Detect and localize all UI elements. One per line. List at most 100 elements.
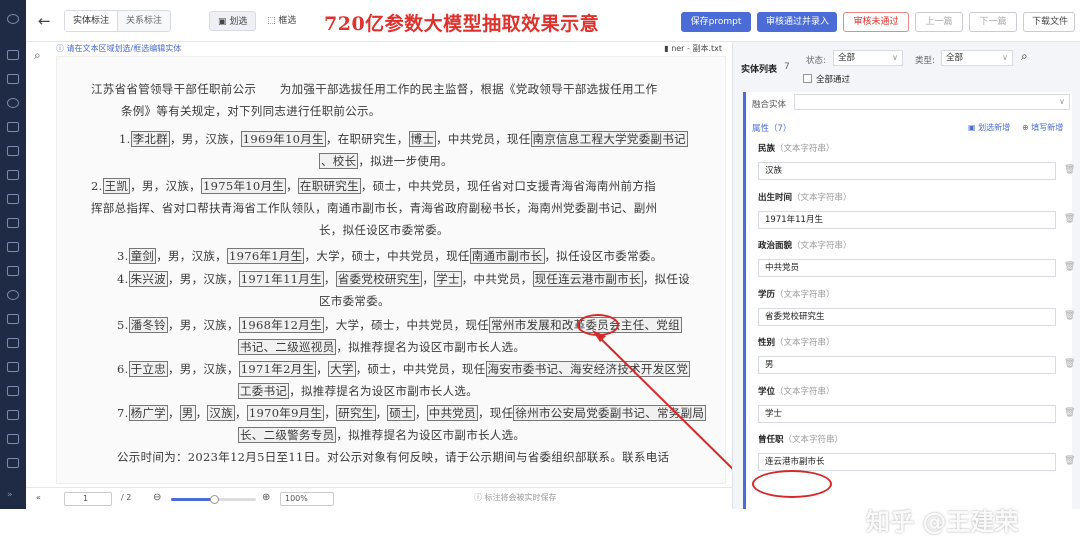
entity-span[interactable]: 杨广学 (128, 405, 168, 421)
prev-doc-button[interactable]: 上一篇 (915, 12, 963, 32)
entity-span[interactable]: 、校长 (319, 153, 359, 169)
attribute-value-input[interactable]: 学士 (758, 404, 1056, 423)
status-select[interactable]: 全部 ∨ (833, 50, 903, 66)
type-select[interactable]: 全部 ∨ (941, 50, 1013, 66)
nav-icon-5[interactable] (7, 146, 19, 156)
save-prompt-button[interactable]: 保存prompt (681, 12, 751, 32)
doc-line[interactable]: 长、二级警务专员 ，拟推荐提名为设区市副市长人选。 (238, 427, 525, 443)
entity-span[interactable]: 潘冬铃 (128, 317, 168, 333)
attribute-value-input[interactable]: 1971年11月生 (758, 210, 1056, 229)
entity-span[interactable]: 王凯 (102, 178, 131, 194)
search-icon[interactable]: ⌕ (34, 48, 41, 63)
doc-line[interactable]: 区市委常委。 (319, 293, 390, 309)
home-icon[interactable] (7, 14, 19, 24)
attribute-value-input[interactable]: 汉族 (758, 162, 1056, 180)
attribute-value-input[interactable]: 省委党校研究生 (758, 307, 1056, 326)
entity-span[interactable]: 学士 (434, 271, 462, 287)
entity-span[interactable]: 童剑 (128, 248, 157, 264)
download-button[interactable]: 下载文件 (1023, 12, 1075, 32)
entity-span[interactable]: 省委党校研究生 (335, 271, 423, 287)
zoom-out-icon[interactable]: ⊖ (153, 492, 161, 506)
entity-span[interactable]: 南京信息工程大学党委副书记 (530, 131, 688, 147)
entity-span[interactable]: 1975年10月生 (201, 178, 287, 194)
back-arrow-icon[interactable]: ← (38, 12, 51, 30)
entity-span[interactable]: 南通市副市长 (469, 248, 545, 264)
delete-icon[interactable]: 🗑 (1064, 214, 1075, 224)
delete-icon[interactable]: 🗑 (1064, 456, 1075, 466)
entity-span[interactable]: 1970年9月生 (246, 405, 325, 421)
nav-icon-4[interactable] (7, 122, 19, 132)
entity-span[interactable]: 1976年1月生 (227, 248, 305, 264)
nav-icon-13[interactable] (7, 338, 19, 348)
nav-icon-16[interactable] (7, 410, 19, 420)
nav-icon-12[interactable] (7, 314, 19, 324)
expand-icon[interactable]: » (7, 490, 19, 500)
tab-relation-annotation[interactable]: 关系标注 (118, 11, 170, 31)
all-pass-checkbox[interactable] (803, 74, 812, 83)
delete-icon[interactable]: 🗑 (1064, 262, 1075, 272)
delete-icon[interactable]: 🗑 (1064, 359, 1075, 369)
entity-span[interactable]: 在职研究生 (297, 178, 361, 194)
mark-select-tool[interactable]: ▣ 划选 (209, 11, 257, 31)
tab-entity-annotation[interactable]: 实体标注 (65, 11, 119, 31)
entity-span[interactable]: 1968年12月生 (238, 317, 324, 333)
zoom-slider[interactable] (171, 495, 256, 504)
doc-line[interactable]: 江苏省省管领导干部任职前公示 为加强干部选拔任用工作的民主监督，根据《党政领导干… (91, 81, 657, 97)
entity-span[interactable]: 研究生 (336, 405, 376, 421)
nav-icon-18[interactable] (7, 458, 19, 468)
entity-span[interactable]: 1971年11月生 (238, 271, 324, 287)
add-by-fill-button[interactable]: ⊕ 填写新增 (1022, 122, 1063, 133)
add-by-mark-button[interactable]: ▣ 划选新增 (968, 122, 1010, 133)
attribute-value-input[interactable]: 中共党员 (758, 259, 1056, 277)
panel-search-icon[interactable]: ⌕ (1021, 49, 1028, 64)
entity-span[interactable]: 中共党员 (426, 405, 478, 421)
delete-icon[interactable]: 🗑 (1064, 311, 1075, 321)
entity-span[interactable]: 于立忠 (128, 361, 168, 377)
attribute-value-input[interactable]: 连云港市副市长 (758, 453, 1056, 471)
entity-span[interactable]: 男 (179, 405, 196, 421)
zoom-in-icon[interactable]: ⊕ (262, 492, 270, 506)
zoom-select[interactable]: 100% (280, 492, 334, 506)
nav-icon-10[interactable] (7, 266, 19, 276)
approve-button[interactable]: 审核通过并录入 (757, 12, 837, 32)
doc-line[interactable]: 2. 王凯 ，男，汉族， 1975年10月生，在职研究生 ，硕士，中共党员，现任省对口支… (91, 178, 656, 194)
entity-span[interactable]: 大学 (328, 361, 356, 377)
nav-icon-1[interactable] (7, 50, 19, 60)
zoom-slider-knob[interactable] (209, 495, 219, 504)
doc-line[interactable]: 条例》等有关规定，对下列同志进行任职前公示。 (121, 103, 381, 119)
doc-line[interactable]: 1. 李北群 ，男，汉族， 1969年10月生 ，在职研究生， 博士 ，中共党员，现任 南京信… (119, 131, 688, 147)
nav-icon-2[interactable] (7, 74, 19, 84)
entity-span[interactable]: 徐州市公安局党委副书记、常务副局 (513, 405, 707, 421)
entity-span[interactable]: 朱兴波 (128, 271, 168, 287)
doc-line[interactable]: 工委书记 ，拟推荐提名为设区市副市长人选。 (238, 383, 478, 399)
document-text[interactable]: 江苏省省管领导干部任职前公示 为加强干部选拔任用工作的民主监督，根据《党政领导干… (56, 56, 726, 484)
doc-line[interactable]: 挥部总指挥、省对口帮扶青海省工作队领队，南通市副市长，青海省政府副秘书长，海南州… (91, 200, 657, 216)
nav-icon-17[interactable] (7, 434, 19, 444)
delete-icon[interactable]: 🗑 (1064, 408, 1075, 418)
nav-icon-8[interactable] (7, 218, 19, 228)
box-select-tool[interactable]: ⬚ 框选 (259, 11, 304, 31)
entity-span[interactable]: 现任连云港市副市长 (532, 271, 643, 287)
next-doc-button[interactable]: 下一篇 (969, 12, 1017, 32)
nav-icon-7[interactable] (7, 194, 19, 204)
entity-span[interactable]: 李北群 (130, 131, 170, 147)
doc-line[interactable]: 公示时间为：2023年12月5日至11日。对公示对象有何反映，请于公示期间与省委… (117, 449, 669, 465)
entity-span[interactable]: 海安市委书记、海安经济技术开发区党 (485, 361, 691, 377)
nav-icon-11[interactable] (7, 290, 19, 300)
doc-line[interactable]: 6. 于立忠 ，男，汉族， 1971年2月生，大学 ，硕士，中共党员，现任 海安市委书记、… (117, 361, 691, 377)
entity-span[interactable]: 硕士 (387, 405, 415, 421)
entity-span[interactable]: 汉族 (207, 405, 236, 421)
doc-line[interactable]: 书记、二级巡视员 ，拟推荐提名为设区市副市长人选。 (238, 339, 525, 355)
merge-entity-select[interactable]: ∨ (794, 94, 1070, 110)
doc-line[interactable]: 长，拟任设区市委常委。 (319, 222, 449, 238)
entity-span[interactable]: 博士 (408, 131, 437, 147)
entity-span[interactable]: 1969年10月生 (240, 131, 326, 147)
attribute-value-input[interactable]: 男 (758, 356, 1056, 374)
entity-span[interactable]: 长、二级警务专员 (238, 427, 337, 443)
reject-button[interactable]: 审核未通过 (843, 12, 909, 32)
prev-page-icon[interactable]: « (36, 492, 41, 506)
nav-icon-6[interactable] (7, 170, 19, 180)
entity-span[interactable]: 1971年2月生 (238, 361, 317, 377)
page-input[interactable]: 1 (64, 492, 112, 506)
doc-line[interactable]: 3. 童剑 ，男，汉族， 1976年1月生 ，大学，硕士，中共党员，现任 南通市副市长 ，拟… (117, 248, 663, 264)
